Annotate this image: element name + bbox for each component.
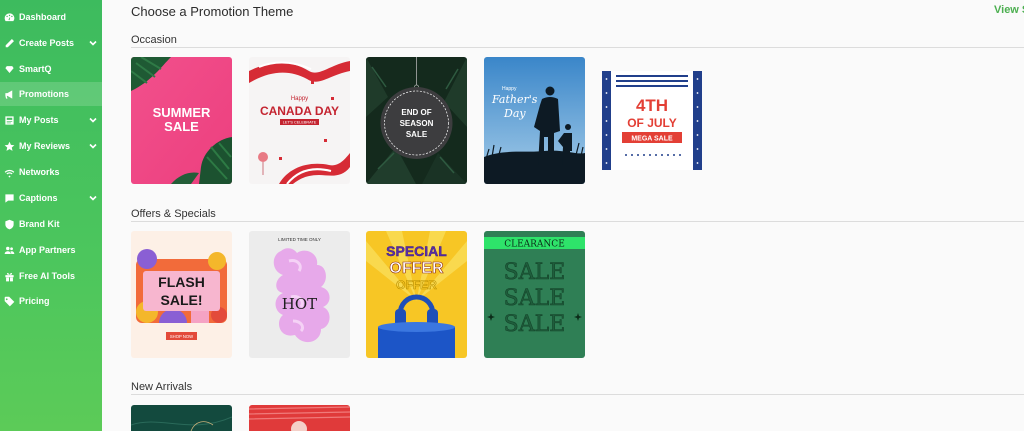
section-divider bbox=[131, 47, 1024, 48]
4th-of-july-line2: OF JULY bbox=[627, 116, 677, 130]
flash-sale-button: SHOP NOW bbox=[170, 334, 193, 339]
sidebar-item-networks[interactable]: Networks bbox=[0, 160, 102, 184]
end-of-season-line1: END OF bbox=[401, 108, 431, 117]
sidebar-item-promotions[interactable]: Promotions bbox=[0, 82, 102, 106]
end-of-season-thumbnail: END OF SEASON SALE bbox=[366, 57, 467, 184]
fathers-day-thumbnail: Happy Father's Day bbox=[484, 57, 585, 184]
sidebar-item-app-partners[interactable]: App Partners bbox=[0, 238, 102, 262]
sidebar-item-my-reviews[interactable]: My Reviews bbox=[0, 134, 102, 158]
sidebar-item-pricing[interactable]: Pricing bbox=[0, 289, 102, 313]
fathers-day-line3: Day bbox=[503, 107, 526, 120]
clearance-word-1: SALE bbox=[504, 260, 566, 285]
summer-sale-line1: SUMMER bbox=[153, 105, 211, 120]
4th-of-july-thumbnail: 4TH OF JULY MEGA SALE bbox=[602, 71, 702, 170]
special-offer-line1: SPECIAL bbox=[386, 243, 447, 259]
chevron-down-icon[interactable] bbox=[89, 39, 97, 47]
hot-sale-word: HOT bbox=[282, 295, 317, 313]
section-title-offers: Offers & Specials bbox=[131, 208, 216, 220]
special-offer-thumbnail: SPECIAL OFFER OFFER bbox=[366, 231, 467, 358]
sidebar-item-captions[interactable]: Captions bbox=[0, 186, 102, 210]
theme-card-fathers-day[interactable]: Happy Father's Day bbox=[484, 57, 585, 184]
theme-card-4th-of-july[interactable]: 4TH OF JULY MEGA SALE bbox=[602, 71, 702, 170]
4th-of-july-line1: 4TH bbox=[636, 96, 668, 115]
pencil-icon bbox=[3, 37, 15, 49]
theme-card-special-offer[interactable]: SPECIAL OFFER OFFER bbox=[366, 231, 467, 358]
theme-card-hot-sale[interactable]: LIMITED TIME ONLY HOT bbox=[249, 231, 350, 358]
speech-bubble-icon bbox=[3, 192, 15, 204]
shield-icon bbox=[3, 218, 15, 230]
canada-day-ribbon: LET'S CELEBRATE bbox=[283, 121, 317, 125]
sidebar-item-label: Free AI Tools bbox=[19, 271, 76, 281]
clearance-header: CLEARANCE bbox=[504, 240, 565, 250]
theme-card-canada-day[interactable]: Happy CANADA DAY LET'S CELEBRATE bbox=[249, 57, 350, 184]
section-divider bbox=[131, 394, 1024, 395]
end-of-season-line2: SEASON bbox=[400, 119, 434, 128]
theme-card-end-of-season[interactable]: END OF SEASON SALE bbox=[366, 57, 467, 184]
section-divider bbox=[131, 221, 1024, 222]
flash-sale-line1: FLASH bbox=[158, 274, 205, 290]
sidebar-item-label: App Partners bbox=[19, 245, 76, 255]
sidebar-item-brand-kit[interactable]: Brand Kit bbox=[0, 212, 102, 236]
sidebar-item-smartq[interactable]: SmartQ bbox=[0, 57, 102, 81]
fathers-day-line2: Father's bbox=[491, 93, 538, 106]
sidebar-item-label: Dashboard bbox=[19, 12, 67, 22]
sidebar-item-my-posts[interactable]: My Posts bbox=[0, 108, 102, 132]
theme-card-clearance[interactable]: CLEARANCE SALE SALE SALE bbox=[484, 231, 585, 358]
sidebar-item-create-posts[interactable]: Create Posts bbox=[0, 31, 102, 55]
sidebar-item-label: Promotions bbox=[19, 89, 70, 99]
sidebar-item-dashboard[interactable]: Dashboard bbox=[0, 5, 102, 29]
section-title-new-arrivals: New Arrivals bbox=[131, 381, 193, 393]
smartq-icon bbox=[3, 63, 15, 75]
section-title-occasion: Occasion bbox=[131, 34, 177, 46]
canada-day-thumbnail: Happy CANADA DAY LET'S CELEBRATE bbox=[249, 57, 350, 184]
page-title: Choose a Promotion Theme bbox=[131, 4, 294, 19]
sidebar-item-label: My Reviews bbox=[19, 141, 71, 151]
hot-sale-thumbnail: LIMITED TIME ONLY HOT bbox=[249, 231, 350, 358]
canada-day-title: CANADA DAY bbox=[260, 104, 339, 118]
chevron-down-icon[interactable] bbox=[89, 194, 97, 202]
hot-sale-top: LIMITED TIME ONLY bbox=[278, 237, 321, 242]
special-offer-line3: OFFER bbox=[396, 278, 437, 292]
end-of-season-line3: SALE bbox=[406, 130, 428, 139]
theme-card-flash-sale[interactable]: FLASH SALE! SHOP NOW bbox=[131, 231, 232, 358]
users-icon bbox=[3, 244, 15, 256]
flash-sale-thumbnail: FLASH SALE! SHOP NOW bbox=[131, 231, 232, 358]
clearance-thumbnail: CLEARANCE SALE SALE SALE bbox=[484, 231, 585, 358]
sidebar-item-label: Pricing bbox=[19, 296, 50, 306]
posts-icon bbox=[3, 114, 15, 126]
sidebar-item-label: Create Posts bbox=[19, 38, 75, 48]
theme-card-summer-sale[interactable]: SUMMER SALE bbox=[131, 57, 232, 184]
sidebar-item-free-ai-tools[interactable]: Free AI Tools bbox=[0, 264, 102, 288]
tag-icon bbox=[3, 295, 15, 307]
main-content: Choose a Promotion Theme View S Occasion… bbox=[102, 0, 1024, 431]
new-arrival-2-thumbnail bbox=[249, 405, 350, 431]
chevron-down-icon[interactable] bbox=[89, 116, 97, 124]
wifi-icon bbox=[3, 166, 15, 178]
gift-icon bbox=[3, 270, 15, 282]
sidebar-item-label: Networks bbox=[19, 167, 60, 177]
flash-sale-line2: SALE! bbox=[161, 292, 203, 308]
dashboard-icon bbox=[3, 11, 15, 23]
clearance-word-3: SALE bbox=[504, 312, 566, 337]
sidebar-item-label: Brand Kit bbox=[19, 219, 60, 229]
megaphone-icon bbox=[3, 88, 15, 100]
chevron-down-icon[interactable] bbox=[89, 142, 97, 150]
sidebar-item-label: My Posts bbox=[19, 115, 59, 125]
star-icon bbox=[3, 140, 15, 152]
summer-sale-line2: SALE bbox=[164, 119, 199, 134]
clearance-word-2: SALE bbox=[504, 286, 566, 311]
sidebar: Dashboard Create Posts SmartQ Promotions… bbox=[0, 0, 102, 431]
sidebar-item-label: Captions bbox=[19, 193, 58, 203]
canada-day-happy: Happy bbox=[291, 96, 308, 102]
4th-of-july-banner: MEGA SALE bbox=[631, 136, 673, 143]
theme-card-new-arrival-1[interactable] bbox=[131, 405, 232, 431]
new-arrival-1-thumbnail bbox=[131, 405, 232, 431]
view-all-link[interactable]: View S bbox=[994, 4, 1024, 16]
summer-sale-thumbnail: SUMMER SALE bbox=[131, 57, 232, 184]
theme-card-new-arrival-2[interactable] bbox=[249, 405, 350, 431]
fathers-day-line1: Happy bbox=[502, 86, 517, 92]
special-offer-line2: OFFER bbox=[389, 260, 444, 277]
sidebar-item-label: SmartQ bbox=[19, 64, 52, 74]
